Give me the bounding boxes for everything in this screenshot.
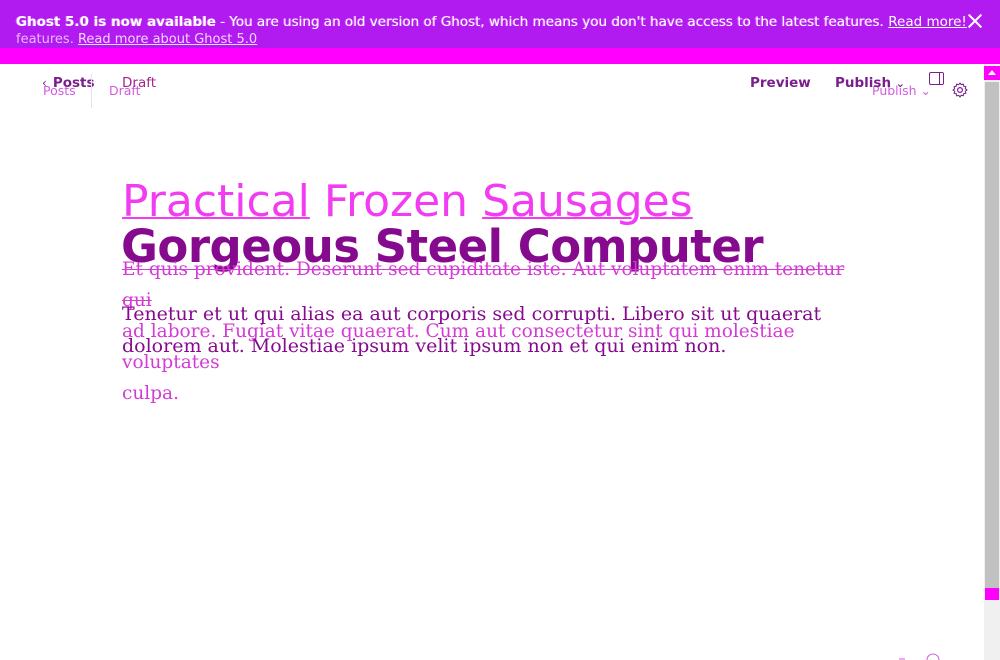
chevron-down-icon: ⌄ xyxy=(895,77,905,90)
accent-strip xyxy=(0,48,1000,64)
gear-icon[interactable] xyxy=(951,81,969,99)
scroll-marker xyxy=(985,588,999,600)
banner-ghost-line: features. Read more about Ghost 5.0 xyxy=(16,32,258,47)
update-banner: Ghost 5.0 is now available - You are usi… xyxy=(0,0,1000,48)
banner-strong: Ghost 5.0 is now available xyxy=(16,14,217,30)
post-body-editor[interactable]: Tenetur et ut qui alias ea aut corporis … xyxy=(122,298,862,362)
editor-header: Posts ‹ Posts Draft Draft Preview Publish… xyxy=(0,64,984,114)
sidebar-toggle-icon[interactable] xyxy=(929,72,944,85)
scrollbar-thumb[interactable] xyxy=(985,82,999,590)
header-divider xyxy=(91,74,92,108)
banner-ghost-link[interactable]: Read more about Ghost 5.0 xyxy=(78,32,257,47)
banner-text: - You are using an old version of Ghost,… xyxy=(216,14,884,30)
footer-ghost-icons xyxy=(899,653,940,660)
banner-read-more-link[interactable]: Read more! xyxy=(888,14,967,30)
close-icon[interactable] xyxy=(966,12,984,30)
scroll-up-button[interactable] xyxy=(984,66,1000,80)
back-label: Posts xyxy=(52,75,95,91)
back-to-posts-link[interactable]: ‹ Posts xyxy=(42,75,95,91)
preview-button[interactable]: Preview xyxy=(750,75,811,91)
publish-button[interactable]: Publish ⌄ xyxy=(835,75,905,91)
chevron-left-icon: ‹ xyxy=(42,76,47,90)
banner-message: Ghost 5.0 is now available - You are usi… xyxy=(16,14,967,30)
post-status: Draft xyxy=(122,75,157,91)
publish-label: Publish xyxy=(835,75,892,91)
